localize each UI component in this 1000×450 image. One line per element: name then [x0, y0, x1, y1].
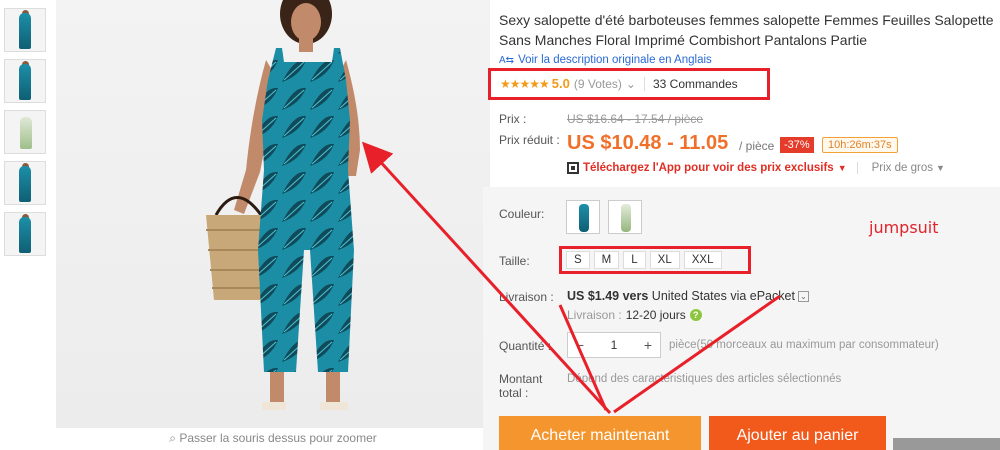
delivery-row: Livraison :12-20 jours? — [567, 308, 702, 322]
bottom-edge-bar — [893, 438, 1000, 450]
translate-icon: A⇆ — [499, 55, 515, 66]
thumbnail-figure — [19, 166, 31, 202]
total-label: Montant total : — [499, 372, 542, 400]
total-note: Dépend des caractéristiques des articles… — [567, 373, 842, 385]
thumbnail-figure — [20, 117, 32, 149]
caret-down-icon: ▼ — [935, 163, 945, 173]
star-rating-icon: ★★★★★ — [500, 76, 550, 91]
shipping-destination: United States via ePacket — [651, 289, 795, 303]
order-count: 33 Commandes — [652, 76, 738, 91]
quantity-stepper: − 1 + — [567, 332, 661, 358]
zoom-hint-text: Passer la souris dessus pour zoomer — [179, 431, 377, 445]
thumbnail-2[interactable] — [4, 59, 46, 103]
translate-link-text[interactable]: Voir la description originale en Anglais — [518, 54, 712, 66]
quantity-label: Quantité : — [499, 339, 552, 353]
delivery-label: Livraison : — [567, 308, 622, 322]
rating-score: 5.0 — [551, 76, 570, 91]
qr-code-icon — [567, 162, 579, 174]
original-price: US $16.64 - 17.54 / pièce — [567, 112, 704, 126]
rating-row: ★★★★★ 5.0 (9 Votes) ⌄ 33 Commandes — [500, 76, 738, 91]
size-option[interactable]: L — [623, 251, 646, 269]
price-unit: / pièce — [739, 139, 775, 153]
swatch-figure — [621, 204, 631, 232]
wholesale-price-link[interactable]: Prix de gros ▼ — [872, 162, 945, 174]
annotation-jumpsuit: jumpsuit — [869, 218, 939, 237]
translate-link[interactable]: A⇆ Voir la description originale en Angla… — [499, 54, 712, 66]
reduced-price-label: Prix réduit : — [499, 133, 560, 147]
thumbnail-list — [4, 8, 48, 263]
size-option[interactable]: M — [593, 251, 620, 269]
thumbnail-figure — [19, 13, 31, 49]
color-swatch-light[interactable] — [608, 200, 642, 234]
thumbnail-figure — [19, 64, 31, 100]
current-price: US $10.48 - 11.05 — [567, 132, 729, 154]
shipping-price: US $1.49 vers — [567, 289, 649, 303]
thumbnail-1[interactable] — [4, 8, 46, 52]
color-label: Couleur: — [499, 207, 545, 221]
discount-badge: -37% — [780, 137, 814, 153]
shipping-info: US $1.49 vers United States via ePacket ⌄ — [567, 289, 809, 303]
thumbnail-3[interactable] — [4, 110, 46, 154]
size-option[interactable]: XXL — [683, 251, 722, 269]
quantity-input[interactable]: 1 — [592, 338, 636, 352]
price-label: Prix : — [499, 112, 527, 126]
delivery-days: 12-20 jours — [625, 308, 686, 322]
model-illustration — [206, 0, 360, 410]
color-swatch-teal[interactable] — [566, 200, 600, 234]
countdown-timer: 10h:26m:37s — [822, 137, 898, 153]
quantity-decrease-button[interactable]: − — [568, 337, 592, 353]
shipping-label: Livraison : — [499, 290, 554, 304]
swatch-figure — [579, 204, 589, 232]
size-label: Taille: — [499, 254, 530, 268]
buy-now-button[interactable]: Acheter maintenant — [499, 416, 701, 450]
chevron-down-icon[interactable]: ⌄ — [626, 77, 636, 91]
divider — [856, 162, 858, 174]
thumbnail-figure — [19, 217, 31, 253]
total-label-line1: Montant — [499, 372, 543, 386]
shipping-dropdown-icon[interactable]: ⌄ — [797, 291, 809, 303]
zoom-hint: ⌕ Passer la souris dessus pour zoomer — [56, 431, 490, 446]
main-product-image[interactable] — [56, 0, 490, 428]
product-title: Sexy salopette d'été barboteuses femmes … — [499, 12, 994, 48]
thumbnail-5[interactable] — [4, 212, 46, 256]
add-to-cart-button[interactable]: Ajouter au panier — [709, 416, 886, 450]
wholesale-price-text[interactable]: Prix de gros — [872, 162, 933, 174]
size-option[interactable]: S — [566, 251, 590, 269]
thumbnail-4[interactable] — [4, 161, 46, 205]
caret-down-icon[interactable]: ▼ — [838, 163, 847, 173]
size-options: S M L XL XXL — [566, 251, 722, 269]
total-label-line2: total : — [499, 386, 529, 400]
divider — [643, 76, 645, 91]
magnifier-icon: ⌕ — [169, 431, 180, 445]
app-promo-row: Téléchargez l'App pour voir des prix exc… — [567, 162, 945, 174]
quantity-increase-button[interactable]: + — [636, 337, 660, 353]
quantity-note: pièce(50 morceaux au maximum par consomm… — [669, 339, 939, 351]
help-icon[interactable]: ? — [689, 309, 702, 321]
size-option[interactable]: XL — [649, 251, 680, 269]
vote-count[interactable]: (9 Votes) — [574, 77, 622, 91]
app-promo-link[interactable]: Téléchargez l'App pour voir des prix exc… — [583, 162, 834, 174]
